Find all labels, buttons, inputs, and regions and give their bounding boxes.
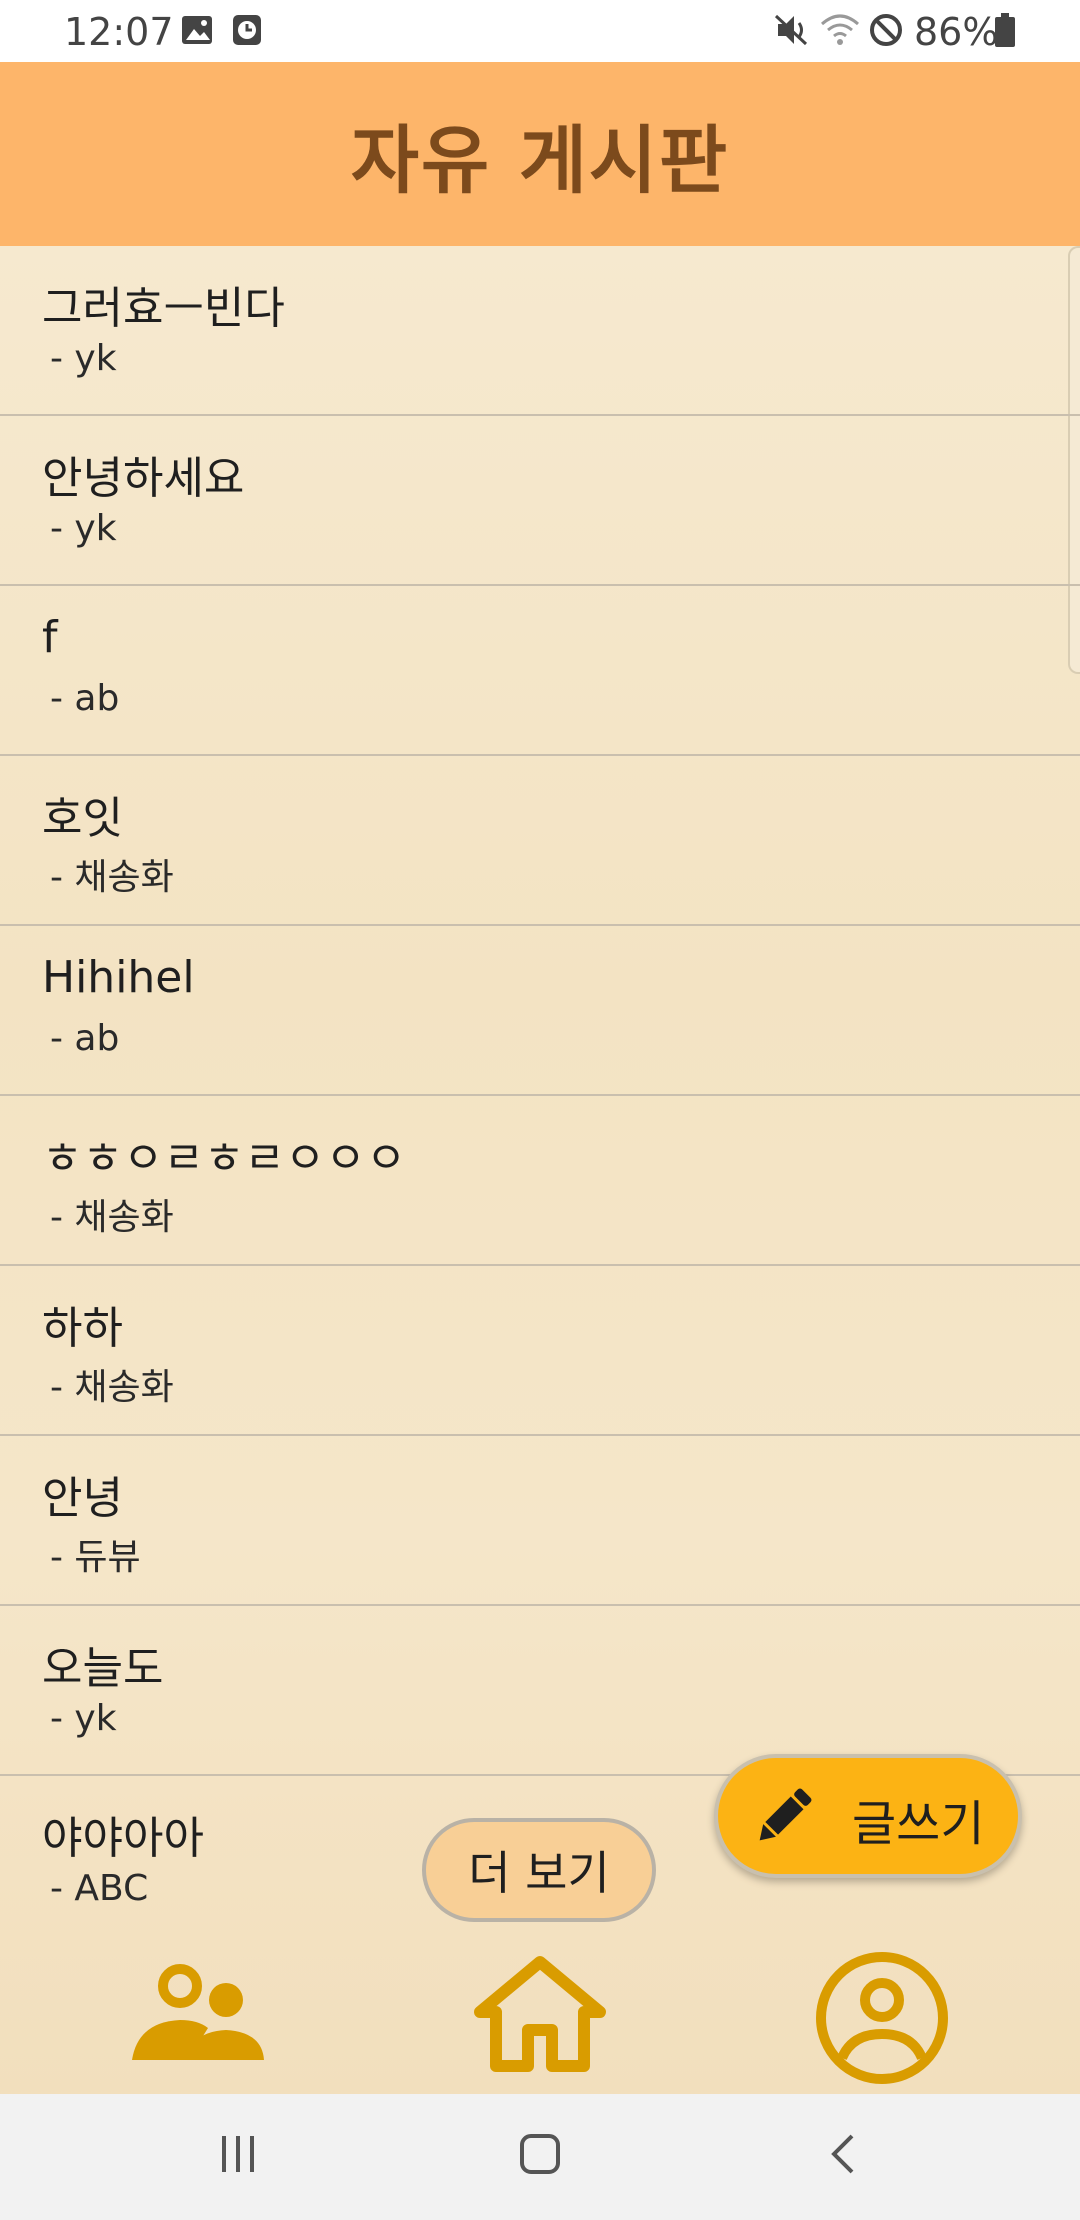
home-button-icon[interactable] bbox=[518, 2132, 562, 2180]
gallery-icon bbox=[180, 12, 214, 56]
post-author: - ABC bbox=[50, 1868, 149, 1909]
profile-icon[interactable] bbox=[812, 1948, 952, 2092]
page-title: 자유 게시판 bbox=[350, 117, 730, 204]
system-nav-bar bbox=[0, 2094, 1080, 2220]
post-author: - 듀뷰 bbox=[50, 1537, 141, 1578]
status-time: 12:07 bbox=[64, 10, 174, 54]
post-title: 오늘도 bbox=[42, 1643, 164, 1694]
post-item[interactable]: 그러효ㅡ빈다 - yk bbox=[0, 246, 1080, 416]
load-more-button[interactable]: 더 보기 bbox=[422, 1818, 656, 1922]
write-post-button[interactable]: 글쓰기 bbox=[714, 1754, 1022, 1878]
post-author: - 채송화 bbox=[50, 1197, 174, 1238]
post-item[interactable]: f - ab bbox=[0, 586, 1080, 756]
mute-icon bbox=[774, 12, 810, 57]
clock-app-icon bbox=[230, 12, 264, 56]
battery-percent: 86% bbox=[914, 10, 999, 54]
post-item[interactable]: 호잇 - 채송화 bbox=[0, 756, 1080, 926]
status-bar: 12:07 86% bbox=[0, 0, 1080, 62]
post-title: 하하 bbox=[42, 1303, 123, 1354]
post-title: 안녕하세요 bbox=[42, 453, 245, 504]
friends-icon[interactable] bbox=[128, 1960, 268, 2074]
write-post-label: 글쓰기 bbox=[852, 1796, 985, 1852]
post-item[interactable]: 안녕하세요 - yk bbox=[0, 416, 1080, 586]
post-author: - ab bbox=[50, 678, 120, 719]
post-item[interactable]: 안녕 - 듀뷰 bbox=[0, 1436, 1080, 1606]
pencil-icon bbox=[748, 1782, 818, 1856]
post-title: Hihihel bbox=[42, 952, 195, 1003]
post-author: - 채송화 bbox=[50, 857, 174, 898]
back-icon[interactable] bbox=[822, 2132, 866, 2180]
post-author: - yk bbox=[50, 1698, 117, 1739]
post-title: 안녕 bbox=[42, 1473, 123, 1524]
post-title: 호잇 bbox=[42, 793, 123, 844]
home-icon[interactable] bbox=[470, 1954, 610, 2078]
post-title: 야야아아 bbox=[42, 1813, 204, 1864]
post-author: - 채송화 bbox=[50, 1367, 174, 1408]
post-author: - yk bbox=[50, 338, 117, 379]
recent-apps-icon[interactable] bbox=[216, 2132, 260, 2180]
post-author: - yk bbox=[50, 508, 117, 549]
app-header: 자유 게시판 bbox=[0, 62, 1080, 246]
post-title: ㅎㅎㅇㄹㅎㄹㅇㅇㅇ bbox=[42, 1133, 407, 1184]
post-item[interactable]: ㅎㅎㅇㄹㅎㄹㅇㅇㅇ - 채송화 bbox=[0, 1096, 1080, 1266]
load-more-label: 더 보기 bbox=[468, 1846, 610, 1900]
do-not-disturb-icon bbox=[868, 12, 904, 57]
post-item[interactable]: Hihihel - ab bbox=[0, 926, 1080, 1096]
post-title: 그러효ㅡ빈다 bbox=[42, 283, 285, 334]
post-item[interactable]: 오늘도 - yk bbox=[0, 1606, 1080, 1776]
wifi-icon bbox=[820, 12, 860, 57]
post-author: - ab bbox=[50, 1018, 120, 1059]
bottom-nav bbox=[0, 1940, 1080, 2094]
post-title: f bbox=[42, 612, 58, 663]
battery-icon bbox=[994, 12, 1016, 57]
post-item[interactable]: 하하 - 채송화 bbox=[0, 1266, 1080, 1436]
